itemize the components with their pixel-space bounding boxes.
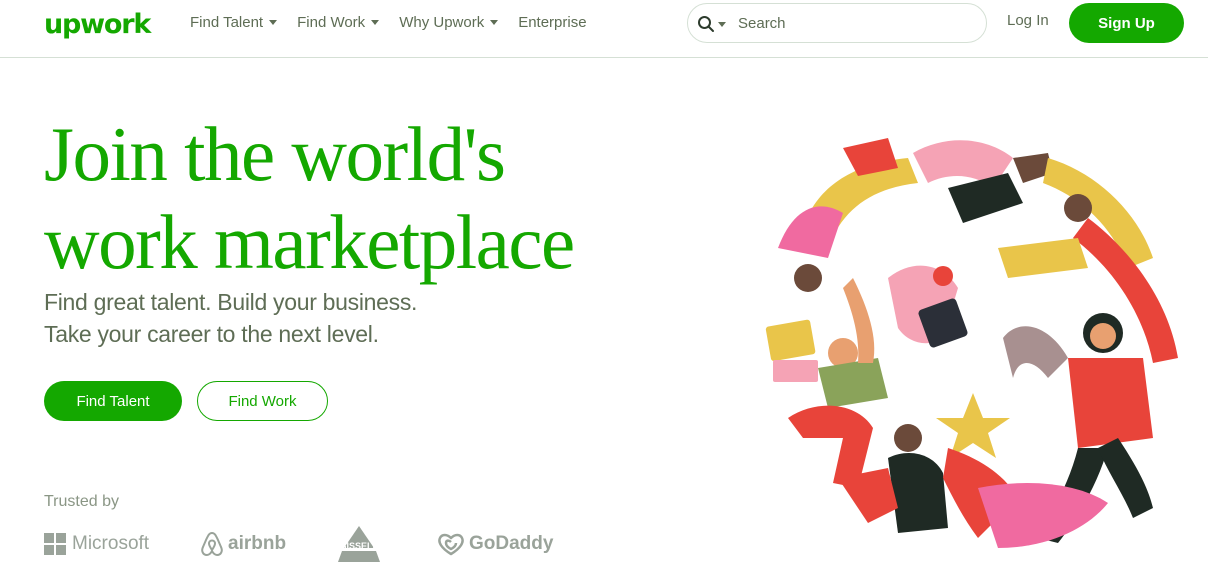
airbnb-belo-icon	[201, 531, 223, 557]
nav-find-talent[interactable]: Find Talent	[190, 13, 278, 31]
find-work-button[interactable]: Find Work	[197, 381, 328, 421]
hero-headline: Join the world's work marketplace	[44, 110, 704, 286]
search-icon[interactable]	[697, 15, 715, 33]
signup-button[interactable]: Sign Up	[1069, 3, 1184, 43]
hero-headline-line1: Join the world's	[44, 111, 506, 197]
microsoft-wordmark: Microsoft	[72, 533, 150, 554]
nav-find-work-label: Find Work	[297, 13, 366, 31]
upwork-logo[interactable]: upwork	[44, 8, 151, 42]
hero-headline-line2: work marketplace	[44, 199, 575, 285]
search-input[interactable]	[738, 12, 968, 34]
hero-sub-line1: Find great talent. Build your business.	[44, 289, 418, 315]
bissell-emblem-icon: BISSELL	[338, 526, 380, 562]
search-type-dropdown-icon[interactable]	[718, 22, 726, 27]
nav-find-work[interactable]: Find Work	[297, 13, 380, 31]
find-talent-button[interactable]: Find Talent	[44, 381, 182, 421]
chevron-down-icon	[371, 19, 380, 25]
hero-sub-line2: Take your career to the next level.	[44, 321, 379, 347]
nav-enterprise-label: Enterprise	[518, 13, 587, 31]
nav-why-upwork-label: Why Upwork	[399, 13, 485, 31]
microsoft-logo: Microsoft	[44, 526, 149, 562]
microsoft-squares-icon	[44, 533, 66, 555]
airbnb-wordmark: airbnb	[228, 533, 287, 554]
login-link[interactable]: Log In	[1007, 12, 1049, 29]
chevron-down-icon	[490, 19, 499, 25]
nav-find-talent-label: Find Talent	[190, 13, 264, 31]
chevron-down-icon	[269, 19, 278, 25]
godaddy-heart-icon	[438, 533, 464, 556]
people-collaboration-illustration	[765, 138, 1178, 548]
hero-illustration	[748, 128, 1188, 558]
trusted-by-label: Trusted by	[44, 493, 119, 510]
hero-subheadline: Find great talent. Build your business. …	[44, 286, 417, 350]
search-bar	[687, 3, 987, 43]
nav-enterprise[interactable]: Enterprise	[518, 14, 586, 31]
main-nav: Find Talent Find Work Why Upwork Enterpr…	[190, 0, 607, 44]
godaddy-wordmark: GoDaddy	[469, 533, 554, 554]
bissell-wordmark: BISSELL	[340, 541, 379, 551]
airbnb-logo: airbnb	[200, 526, 286, 562]
top-header: upwork Find Talent Find Work Why Upwork …	[0, 0, 1208, 58]
godaddy-logo: GoDaddy	[437, 526, 553, 562]
bissell-logo: BISSELL	[330, 526, 388, 562]
nav-why-upwork[interactable]: Why Upwork	[399, 13, 499, 31]
